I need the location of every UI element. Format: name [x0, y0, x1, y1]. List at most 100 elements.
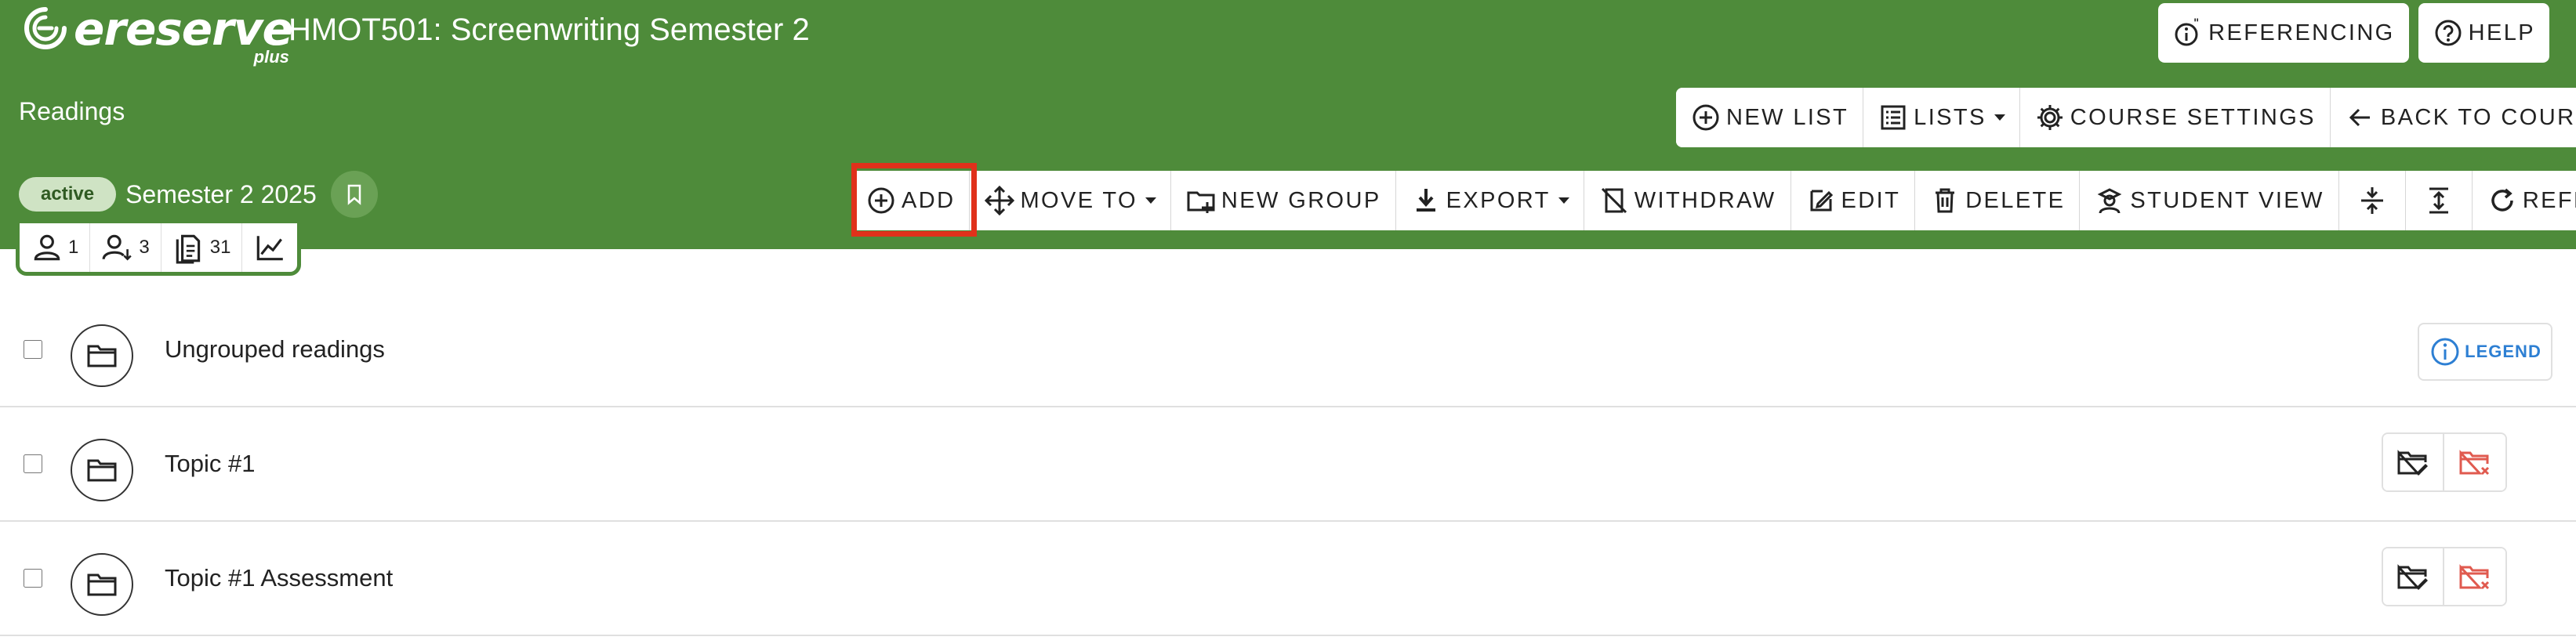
plus-circle-icon: [868, 187, 894, 214]
help-icon: [2435, 20, 2462, 46]
back-to-course-label: BACK TO COURSE: [2380, 104, 2576, 130]
header-actions: " REFERENCING HELP: [2158, 3, 2549, 63]
course-settings-label: COURSE SETTINGS: [2070, 104, 2316, 130]
folder-delete-icon: [2459, 564, 2490, 590]
move-to-label: MOVE TO: [1020, 187, 1137, 213]
app-header: ereserve plus HMOT501: Screenwriting Sem…: [0, 0, 2576, 276]
group-actions: [2382, 432, 2507, 492]
withdraw-button[interactable]: WITHDRAW: [1584, 171, 1791, 230]
collapse-all-button[interactable]: [2338, 171, 2406, 230]
withdraw-label: WITHDRAW: [1634, 187, 1776, 213]
edit-label: EDIT: [1841, 187, 1901, 213]
stat-analytics[interactable]: [242, 223, 297, 272]
course-settings-button[interactable]: COURSE SETTINGS: [2019, 88, 2331, 147]
logo-wordmark: ereserve: [74, 2, 293, 56]
student-view-button[interactable]: STUDENT VIEW: [2080, 171, 2339, 230]
edit-group-button[interactable]: [2383, 434, 2444, 490]
add-button[interactable]: ADD: [851, 171, 971, 230]
main-toolbar: ADD MOVE TO NEW GROUP EXPORT WITHDRAW ED…: [851, 171, 2576, 230]
help-button[interactable]: HELP: [2418, 3, 2549, 63]
person-request-icon: [102, 234, 132, 261]
semester-label: Semester 2 2025: [125, 179, 317, 208]
delete-label: DELETE: [1965, 187, 2066, 213]
new-group-button[interactable]: NEW GROUP: [1170, 171, 1396, 230]
stat-documents-count: 31: [209, 237, 231, 258]
stat-requests-count: 3: [139, 237, 150, 258]
svg-text:": ": [2193, 17, 2201, 30]
refresh-button[interactable]: REFRESH: [2472, 171, 2576, 230]
stat-users[interactable]: 1: [20, 223, 91, 272]
delete-group-button[interactable]: [2444, 434, 2505, 490]
group-row[interactable]: Topic #1: [0, 407, 2576, 522]
new-list-button[interactable]: NEW LIST: [1676, 88, 1864, 147]
move-icon: [985, 185, 1015, 216]
export-label: EXPORT: [1446, 187, 1551, 213]
group-title[interactable]: Ungrouped readings: [165, 335, 385, 364]
legend-button[interactable]: LEGEND: [2418, 323, 2552, 381]
delete-group-button[interactable]: [2444, 548, 2505, 605]
arrow-left-icon: [2349, 108, 2370, 127]
person-icon: [34, 234, 60, 261]
chevron-down-icon: [1994, 114, 2005, 121]
trash-icon: [1936, 188, 1955, 213]
stat-requests[interactable]: 3: [90, 223, 161, 272]
edit-icon: [1810, 190, 1833, 212]
legend-label: LEGEND: [2465, 342, 2542, 361]
folder-avatar: [71, 324, 133, 387]
add-label: ADD: [902, 187, 956, 213]
folder-icon: [87, 345, 117, 367]
edit-button[interactable]: EDIT: [1791, 171, 1916, 230]
row-checkbox[interactable]: [24, 340, 42, 359]
group-title[interactable]: Topic #1 Assessment: [165, 564, 393, 592]
expand-icon: [2429, 187, 2448, 214]
help-label: HELP: [2468, 20, 2535, 45]
chevron-down-icon: [1145, 197, 1156, 204]
readings-label: Readings: [19, 97, 125, 125]
list-toolbar: NEW LIST LISTS COURSE SETTINGS BACK TO C…: [1676, 88, 2576, 147]
logo-subtext: plus: [253, 47, 289, 67]
list-icon: [1881, 105, 1906, 130]
folder-icon: [87, 573, 117, 596]
row-checkbox[interactable]: [24, 454, 42, 473]
student-icon: [2098, 188, 2122, 214]
expand-all-button[interactable]: [2405, 171, 2473, 230]
delete-button[interactable]: DELETE: [1915, 171, 2081, 230]
withdraw-icon: [1601, 187, 1627, 214]
folder-icon: [87, 459, 117, 482]
folder-avatar: [71, 439, 133, 501]
stat-documents[interactable]: 31: [161, 223, 243, 272]
bookmark-button[interactable]: [330, 171, 378, 218]
download-icon: [1416, 189, 1435, 212]
group-row[interactable]: Topic #1 Assessment: [0, 522, 2576, 636]
row-checkbox[interactable]: [24, 569, 42, 588]
group-actions: [2382, 547, 2507, 606]
new-group-label: NEW GROUP: [1221, 187, 1381, 213]
student-view-label: STUDENT VIEW: [2130, 187, 2324, 213]
export-dropdown[interactable]: EXPORT: [1395, 171, 1584, 230]
status-badge: active: [19, 177, 117, 212]
referencing-button[interactable]: " REFERENCING: [2158, 3, 2409, 63]
line-chart-icon: [257, 236, 284, 261]
info-icon: [2431, 338, 2459, 366]
refresh-icon: [2491, 188, 2513, 212]
ereserve-logo-icon: [24, 7, 67, 49]
status-row: active Semester 2 2025: [19, 171, 378, 218]
course-title: HMOT501: Screenwriting Semester 2: [288, 13, 810, 47]
documents-icon: [176, 234, 200, 264]
move-to-dropdown[interactable]: MOVE TO: [970, 171, 1171, 230]
new-folder-icon: [1187, 191, 1215, 213]
gear-icon: [2037, 105, 2063, 130]
ereserve-logo[interactable]: ereserve plus: [22, 2, 293, 67]
group-row[interactable]: Ungrouped readings LEGEND: [0, 293, 2576, 407]
edit-group-button[interactable]: [2383, 548, 2444, 605]
folder-edit-icon: [2397, 450, 2428, 476]
list-stats: 1 3 31: [16, 219, 302, 276]
group-title[interactable]: Topic #1: [165, 450, 255, 478]
plus-circle-icon: [1693, 104, 1719, 131]
lists-dropdown[interactable]: LISTS: [1863, 88, 2020, 147]
lists-label: LISTS: [1914, 104, 1986, 130]
folder-delete-icon: [2459, 450, 2490, 476]
chevron-down-icon: [1558, 197, 1569, 204]
referencing-label: REFERENCING: [2208, 20, 2395, 45]
back-to-course-button[interactable]: BACK TO COURSE: [2330, 88, 2576, 147]
